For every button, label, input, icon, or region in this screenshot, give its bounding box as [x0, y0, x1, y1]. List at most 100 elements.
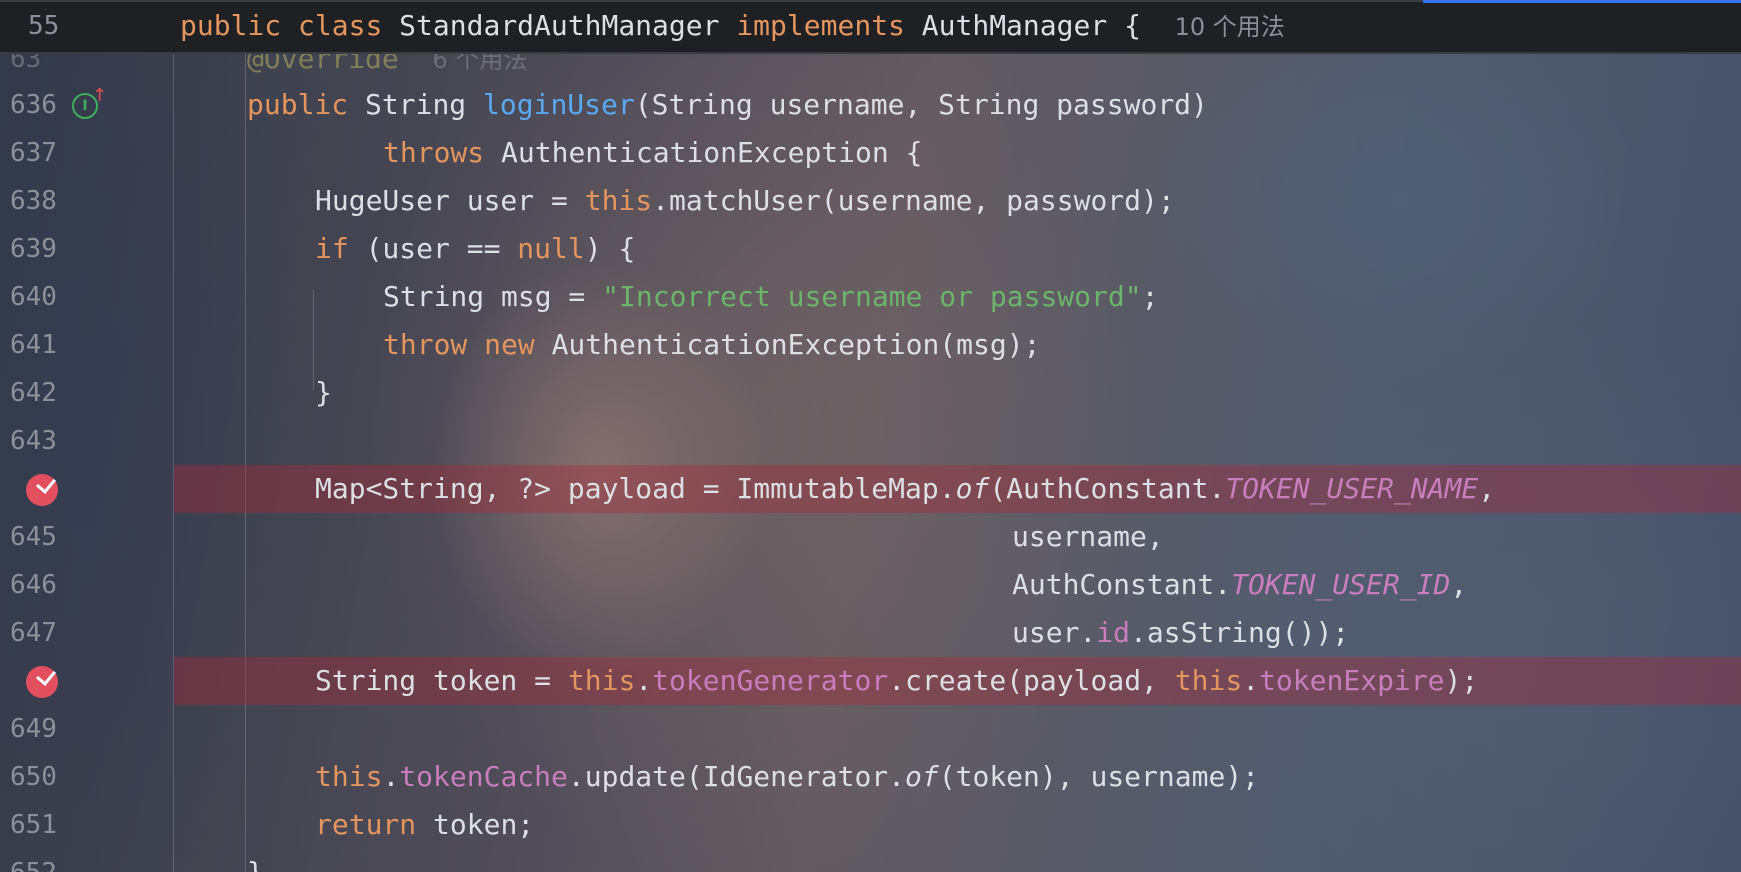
line-number: 643 — [10, 426, 57, 456]
keyword: this — [567, 664, 636, 697]
static-method: of — [955, 472, 990, 505]
code-token: ) { — [584, 232, 636, 265]
code-line[interactable]: 636 I ↑ public String loginUser(String u… — [0, 81, 1741, 129]
field-name: tokenCache — [399, 760, 568, 793]
keyword: public — [180, 9, 282, 42]
code-token: ; — [1141, 280, 1159, 313]
field-name: tokenGenerator — [652, 664, 889, 697]
code-line[interactable]: 641 throw new AuthenticationException(ms… — [0, 321, 1741, 369]
code-line[interactable]: 646 AuthConstant.TOKEN_USER_ID, — [0, 561, 1741, 609]
constant: TOKEN_USER_ID — [1231, 568, 1451, 601]
code-line[interactable]: 639 if (user == null) { — [0, 225, 1741, 273]
string-literal: "Incorrect username or password" — [602, 280, 1142, 313]
code-line[interactable]: 642 } — [0, 369, 1741, 417]
code-line[interactable]: 651 return token; — [0, 801, 1741, 849]
code-text[interactable]: if (user == null) { — [315, 225, 635, 273]
code-line[interactable]: 640 String msg = "Incorrect username or … — [0, 273, 1741, 321]
code-token: (String username, String password) — [634, 88, 1208, 121]
keyword: this — [584, 184, 653, 217]
constant: TOKEN_USER_NAME — [1225, 472, 1479, 505]
code-editor[interactable]: 55 public class StandardAuthManager impl… — [0, 0, 1741, 872]
line-number: 640 — [10, 282, 57, 312]
code-token: . — [382, 760, 400, 793]
static-method: of — [905, 760, 939, 793]
line-number: 642 — [10, 378, 57, 408]
code-token: AuthConstant. — [1012, 568, 1232, 601]
keyword: public — [247, 88, 349, 121]
code-token: ); — [1444, 664, 1479, 697]
code-token: user. — [1012, 616, 1097, 649]
line-number: 649 — [10, 714, 57, 744]
code-text[interactable]: HugeUser user = this.matchUser(username,… — [315, 177, 1175, 225]
code-token: String msg = — [383, 280, 603, 313]
keyword: if — [315, 232, 349, 265]
line-number: 647 — [10, 618, 57, 648]
code-token: (user == — [348, 232, 518, 265]
keyword: this — [315, 760, 383, 793]
code-line[interactable]: 638 HugeUser user = this.matchUser(usern… — [0, 177, 1741, 225]
code-line[interactable]: 652 } — [0, 849, 1741, 872]
keyword: throws — [383, 136, 485, 169]
breakpoint-icon[interactable] — [26, 665, 58, 698]
code-token: . — [635, 664, 653, 697]
keyword: throw new — [383, 328, 535, 361]
code-text[interactable]: } — [315, 369, 332, 417]
method-name: loginUser — [483, 88, 635, 121]
code-line-breakpoint[interactable]: String token = this.tokenGenerator.creat… — [0, 657, 1741, 705]
code-text[interactable]: String msg = "Incorrect username or pass… — [383, 273, 1158, 321]
class-name: StandardAuthManager — [399, 9, 720, 42]
keyword: implements — [736, 9, 905, 42]
keyword: return — [315, 808, 417, 841]
line-number: 652 — [10, 849, 70, 872]
code-text[interactable]: Map<String, ?> payload = ImmutableMap.of… — [315, 465, 1495, 513]
code-token: , — [1450, 568, 1468, 601]
keyword: null — [517, 232, 585, 265]
code-line[interactable]: 643 — [0, 417, 1741, 465]
code-line-breakpoint[interactable]: Map<String, ?> payload = ImmutableMap.of… — [0, 465, 1741, 513]
code-token: (token), username); — [938, 760, 1260, 793]
code-line[interactable]: 650 this.tokenCache.update(IdGenerator.o… — [0, 753, 1741, 801]
usages-hint[interactable]: 10 个用法 — [1175, 13, 1285, 41]
code-token: .update(IdGenerator. — [567, 760, 906, 793]
sticky-scroll-header[interactable]: 55 public class StandardAuthManager impl… — [0, 0, 1741, 54]
code-text[interactable]: throws AuthenticationException { — [383, 129, 922, 177]
code-text[interactable]: this.tokenCache.update(IdGenerator.of(to… — [315, 753, 1259, 801]
code-text[interactable]: AuthConstant.TOKEN_USER_ID, — [1012, 561, 1467, 609]
line-number: 638 — [10, 186, 57, 216]
breakpoint-icon[interactable] — [26, 473, 58, 506]
code-token: AuthenticationException(msg); — [534, 328, 1041, 361]
line-number: 55 — [28, 11, 60, 41]
keyword: class — [298, 9, 383, 42]
field-name: tokenExpire — [1259, 664, 1445, 697]
arrow-up-icon: ↑ — [92, 85, 108, 106]
code-token: , — [1478, 472, 1496, 505]
brace: { — [1124, 9, 1141, 42]
code-text[interactable]: username, — [1012, 513, 1164, 561]
code-token: String token = — [315, 664, 568, 697]
code-text[interactable]: } — [247, 849, 264, 872]
code-token: AuthenticationException { — [484, 136, 923, 169]
code-token: token; — [416, 808, 535, 841]
line-number: 651 — [10, 810, 57, 840]
code-line[interactable]: 645 username, — [0, 513, 1741, 561]
line-number: 639 — [10, 234, 57, 264]
line-number: 645 — [10, 522, 57, 552]
code-text[interactable]: throw new AuthenticationException(msg); — [383, 321, 1040, 369]
code-text[interactable]: return token; — [315, 801, 534, 849]
line-number: 650 — [10, 762, 57, 792]
code-text[interactable]: user.id.asString()); — [1012, 609, 1349, 657]
code-token: HugeUser user = — [315, 184, 585, 217]
line-number: 637 — [10, 138, 57, 168]
check-icon — [35, 473, 57, 494]
code-text[interactable]: public String loginUser(String username,… — [247, 81, 1208, 129]
code-line[interactable]: 647 user.id.asString()); — [0, 609, 1741, 657]
code-token: . — [1242, 664, 1260, 697]
code-text[interactable]: String token = this.tokenGenerator.creat… — [315, 657, 1478, 705]
code-token: .create(payload, — [888, 664, 1175, 697]
class-declaration[interactable]: public class StandardAuthManager impleme… — [180, 2, 1285, 50]
code-line[interactable]: 637 throws AuthenticationException { — [0, 129, 1741, 177]
code-token: .matchUser(username, password); — [652, 184, 1175, 217]
field-name: id — [1096, 616, 1131, 649]
line-number: 636 — [10, 90, 57, 120]
code-line[interactable]: 649 — [0, 705, 1741, 753]
